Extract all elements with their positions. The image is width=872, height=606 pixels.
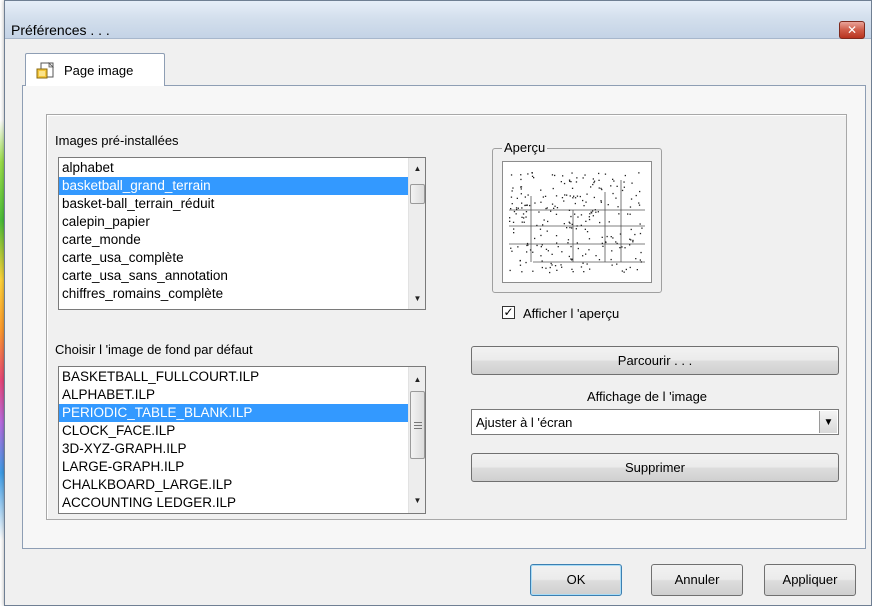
preview-group: Aperçu <box>492 140 662 293</box>
preinstalled-list-item[interactable]: carte_usa_sans_annotation <box>59 267 408 285</box>
tab-label: Page image <box>64 63 134 78</box>
cancel-button[interactable]: Annuler <box>651 564 743 596</box>
default-bg-list[interactable]: BASKETBALL_FULLCOURT.ILP ALPHABET.ILP PERI… <box>58 366 426 514</box>
show-preview-label: Afficher l 'aperçu <box>523 306 620 321</box>
preinstalled-list-item[interactable]: chiffres_romains_complète <box>59 285 408 303</box>
default-bg-list-item[interactable]: CHALKBOARD_LARGE.ILP <box>59 476 408 494</box>
scroll-thumb[interactable] <box>410 391 425 459</box>
scroll-down-icon[interactable]: ▼ <box>409 290 425 307</box>
scroll-down-icon[interactable]: ▼ <box>409 492 425 509</box>
preinstalled-list-item[interactable]: basketball_grand_terrain <box>59 177 408 195</box>
browse-button[interactable]: Parcourir . . . <box>471 346 839 375</box>
default-bg-list-item[interactable]: LARGE-GRAPH.ILP <box>59 458 408 476</box>
default-bg-list-item[interactable]: PERIODIC_TABLE_BLANK.ILP <box>59 404 408 422</box>
preview-image <box>509 172 645 274</box>
apply-button[interactable]: Appliquer <box>764 564 856 596</box>
cancel-button-label: Annuler <box>674 572 720 587</box>
preview-thumbnail <box>502 161 652 283</box>
display-mode-select[interactable]: Ajuster à l 'écran ▼ <box>471 409 839 435</box>
tab-page-image[interactable]: Page image <box>25 53 165 86</box>
preinstalled-list-item[interactable]: carte_usa_complète <box>59 249 408 267</box>
window-title: Préférences . . . <box>11 22 110 38</box>
default-bg-list-item[interactable]: ACCOUNTING LEDGER.ILP <box>59 494 408 512</box>
preinstalled-list-item[interactable]: calepin_papier <box>59 213 408 231</box>
browse-button-label: Parcourir . . . <box>617 353 693 368</box>
check-icon: ✓ <box>503 305 514 319</box>
default-bg-label: Choisir l 'image de fond par défaut <box>55 342 253 357</box>
scroll-up-icon[interactable]: ▲ <box>409 160 425 177</box>
delete-button-label: Supprimer <box>625 460 685 475</box>
default-bg-list-item[interactable]: BASKETBALL_FULLCOURT.ILP <box>59 368 408 386</box>
preinstalled-list-item[interactable]: basket-ball_terrain_réduit <box>59 195 408 213</box>
default-bg-list-item[interactable]: 3D-XYZ-GRAPH.ILP <box>59 440 408 458</box>
ok-button[interactable]: OK <box>530 564 622 596</box>
title-bar: Préférences . . . ✕ <box>5 1 871 39</box>
ok-button-label: OK <box>566 572 586 587</box>
preinstalled-label: Images pré-installées <box>55 133 179 148</box>
preinstalled-scrollbar[interactable]: ▲ ▼ <box>408 158 425 309</box>
preinstalled-list[interactable]: alphabet basketball_grand_terrain basket-b… <box>58 157 426 310</box>
default-bg-list-item[interactable]: ALPHABET.ILP <box>59 386 408 404</box>
display-label: Affichage de l 'image <box>587 389 708 404</box>
chevron-down-icon[interactable]: ▼ <box>819 411 837 433</box>
close-icon: ✕ <box>846 23 858 37</box>
show-preview-checkbox[interactable]: ✓ <box>502 306 515 319</box>
preinstalled-list-item[interactable]: alphabet <box>59 159 408 177</box>
display-mode-value: Ajuster à l 'écran <box>476 415 573 430</box>
scroll-thumb[interactable] <box>410 184 425 204</box>
default-bg-list-item[interactable]: CLOCK_FACE.ILP <box>59 422 408 440</box>
apply-button-label: Appliquer <box>782 572 838 587</box>
default-bg-scrollbar[interactable]: ▲ ▼ <box>408 367 425 513</box>
scroll-up-icon[interactable]: ▲ <box>409 371 425 388</box>
image-file-icon <box>36 62 54 79</box>
preinstalled-list-item[interactable]: carte_monde <box>59 231 408 249</box>
panel-frame: Images pré-installées alphabet basketball… <box>46 114 847 520</box>
preview-legend: Aperçu <box>502 140 548 155</box>
preferences-dialog: Préférences . . . ✕ Page image Images pr… <box>4 0 872 606</box>
close-button[interactable]: ✕ <box>839 21 865 39</box>
delete-button[interactable]: Supprimer <box>471 453 839 482</box>
tab-panel: Images pré-installées alphabet basketball… <box>22 85 866 549</box>
